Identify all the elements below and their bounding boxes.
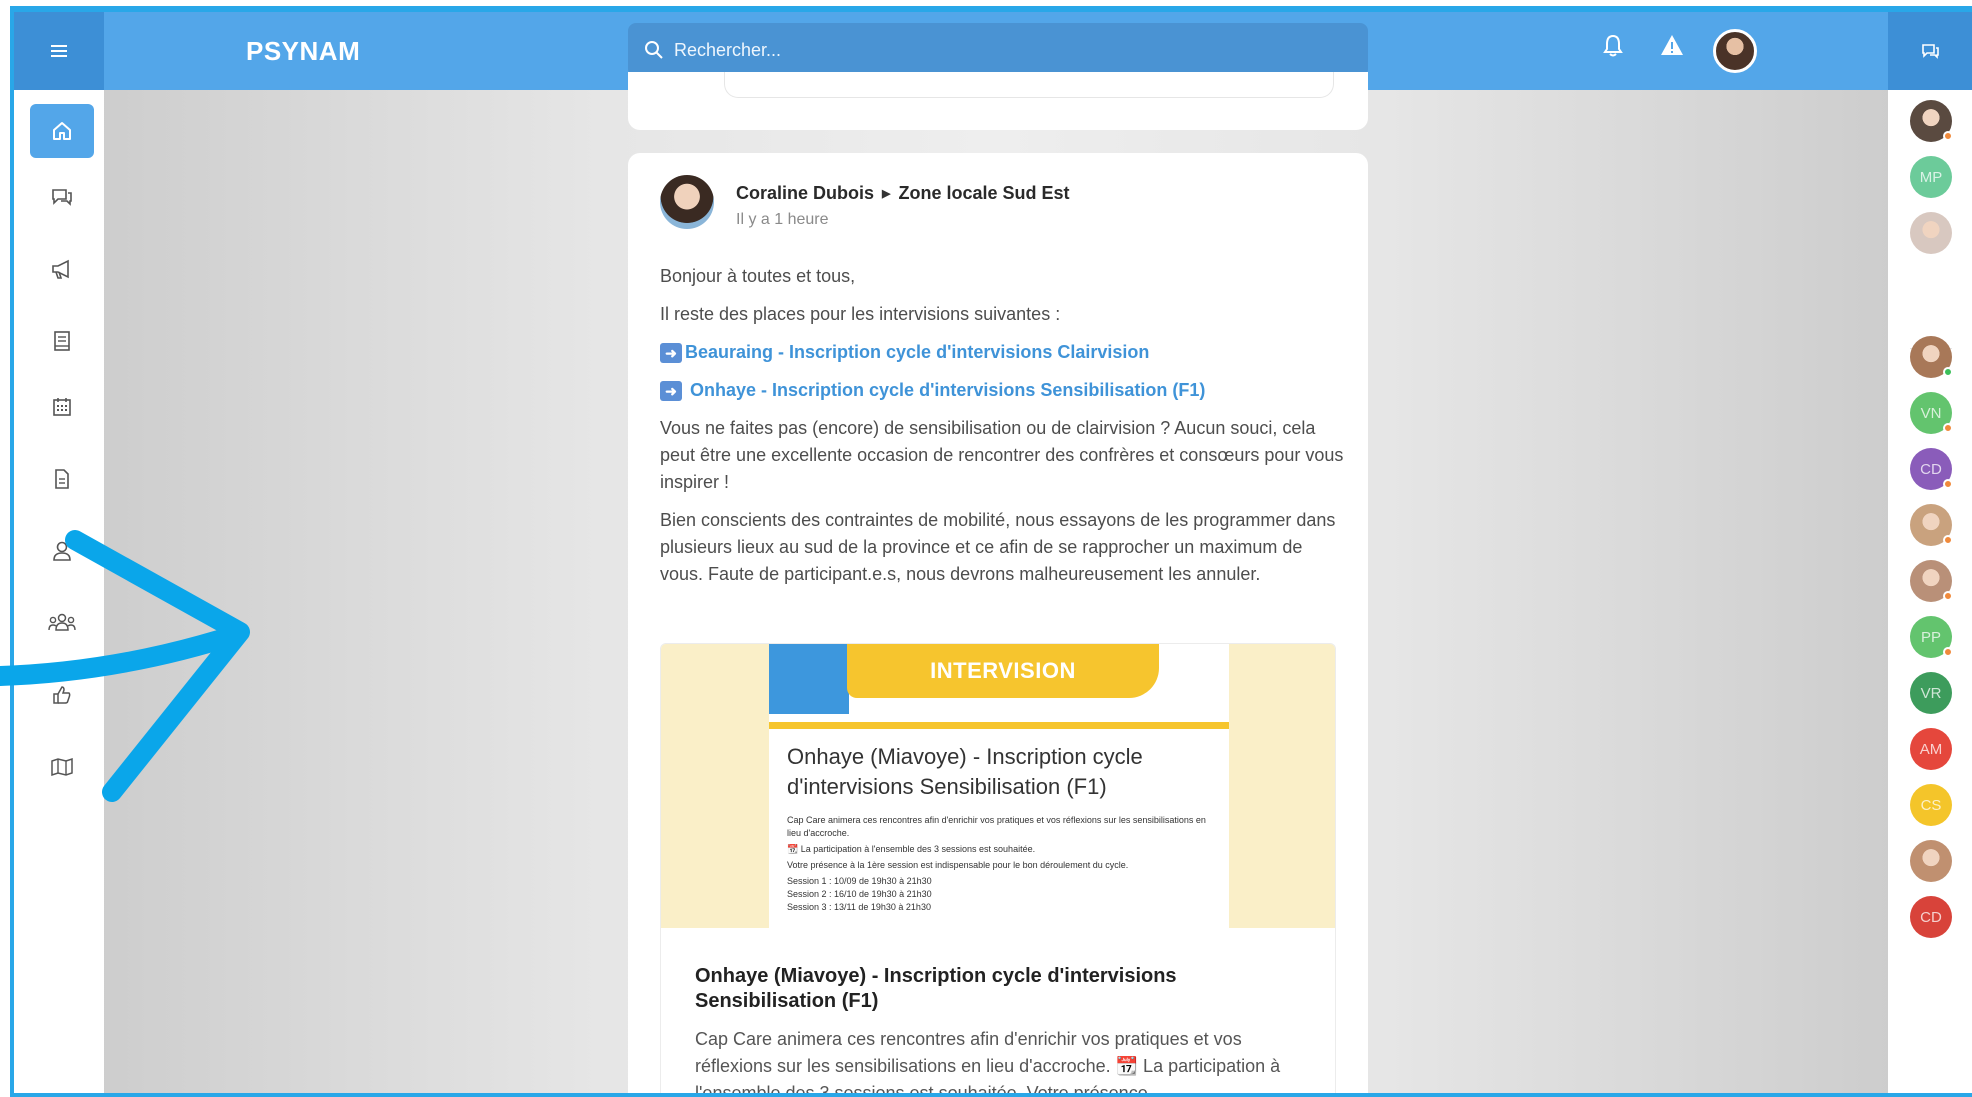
document-icon bbox=[55, 469, 69, 489]
left-sidebar bbox=[14, 90, 104, 1093]
preview-image-line: Cap Care animera ces rencontres afin d'e… bbox=[787, 815, 1206, 838]
app-frame: PSYNAM Rechercher... MP VN CD PP VR AM C… bbox=[10, 6, 1972, 1097]
contact-avatar[interactable]: CD bbox=[1910, 896, 1952, 938]
map-icon bbox=[51, 757, 73, 777]
preview-image: INTERVISION Onhaye (Miavoye) - Inscripti… bbox=[661, 644, 1335, 928]
contact-avatar[interactable]: AM bbox=[1910, 728, 1952, 770]
group-icon bbox=[48, 613, 76, 631]
contacts-sidebar: MP VN CD PP VR AM CS CD bbox=[1888, 90, 1972, 1093]
contact-avatar[interactable] bbox=[1910, 336, 1953, 378]
nav-announcements[interactable] bbox=[30, 242, 94, 296]
nav-likes[interactable] bbox=[30, 668, 94, 722]
preview-image-card: INTERVISION Onhaye (Miavoye) - Inscripti… bbox=[769, 644, 1229, 928]
link-line-2: ➜ Onhaye - Inscription cycle d'intervisi… bbox=[660, 377, 1344, 404]
preview-description: Cap Care animera ces rencontres afin d'e… bbox=[695, 1029, 1281, 1097]
group-name[interactable]: Zone locale Sud Est bbox=[898, 183, 1069, 204]
nav-home[interactable] bbox=[30, 104, 94, 158]
user-icon bbox=[53, 541, 71, 561]
contact-avatar[interactable] bbox=[1910, 560, 1953, 602]
contact-avatar[interactable]: MP bbox=[1910, 156, 1952, 198]
status-dot bbox=[1943, 131, 1953, 141]
nav-groups[interactable] bbox=[30, 596, 94, 650]
nav-documents[interactable] bbox=[30, 452, 94, 506]
banner-divider bbox=[769, 722, 1229, 729]
book-icon bbox=[54, 331, 70, 351]
post-card: Coraline Dubois ▶ Zone locale Sud Est Il… bbox=[628, 153, 1368, 1097]
nav-calendar[interactable] bbox=[30, 380, 94, 434]
contact-avatar[interactable]: CD bbox=[1910, 448, 1953, 490]
post-paragraph-1: Vous ne faites pas (encore) de sensibili… bbox=[660, 418, 1344, 492]
contact-avatar[interactable]: VN bbox=[1910, 392, 1953, 434]
notifications-button[interactable] bbox=[1602, 34, 1624, 63]
link-line-1: ➜ Beauraing - Inscription cycle d'interv… bbox=[660, 339, 1344, 366]
session-line: Session 2 : 16/10 de 19h30 à 21h30 bbox=[787, 889, 932, 899]
thumbs-up-icon bbox=[53, 686, 71, 704]
menu-button[interactable] bbox=[14, 12, 104, 90]
session-line: Session 3 : 13/11 de 19h30 à 21h30 bbox=[787, 902, 931, 912]
alerts-button[interactable] bbox=[1660, 34, 1684, 61]
status-dot bbox=[1943, 479, 1953, 489]
calendar-icon bbox=[53, 398, 71, 416]
warning-icon bbox=[1661, 35, 1683, 55]
home-icon bbox=[53, 122, 71, 140]
nav-library[interactable] bbox=[30, 314, 94, 368]
menu-icon bbox=[51, 45, 67, 57]
previous-post-card bbox=[628, 72, 1368, 130]
post-paragraph-2: Bien conscients des contraintes de mobil… bbox=[660, 510, 1336, 584]
post-body: Bonjour à toutes et tous, Il reste des p… bbox=[660, 263, 1344, 599]
event-link-onhaye[interactable]: Onhaye - Inscription cycle d'intervision… bbox=[690, 377, 1205, 404]
brand-logo[interactable]: PSYNAM bbox=[246, 12, 360, 90]
status-dot bbox=[1943, 423, 1953, 433]
post-greeting: Bonjour à toutes et tous, bbox=[660, 266, 856, 286]
preview-image-line: 📆 La participation à l'ensemble des 3 se… bbox=[787, 844, 1036, 854]
search-input[interactable] bbox=[674, 39, 1334, 61]
contact-avatar[interactable] bbox=[1910, 840, 1952, 882]
nav-messages[interactable] bbox=[30, 170, 94, 224]
post-timestamp: Il y a 1 heure bbox=[736, 211, 829, 228]
chat-panel-button[interactable] bbox=[1888, 12, 1972, 90]
nav-profile[interactable] bbox=[30, 524, 94, 578]
status-dot bbox=[1943, 591, 1953, 601]
status-dot bbox=[1943, 535, 1953, 545]
search-bar[interactable] bbox=[628, 23, 1368, 77]
arrow-right-icon: ➜ bbox=[660, 380, 682, 401]
banner-label: INTERVISION bbox=[847, 644, 1159, 698]
contact-avatar[interactable] bbox=[1910, 100, 1953, 142]
user-avatar[interactable] bbox=[1713, 29, 1757, 73]
caret-right-icon: ▶ bbox=[882, 188, 891, 200]
calendar-icon: 📆 bbox=[787, 844, 801, 854]
session-line: Session 1 : 10/09 de 19h30 à 21h30 bbox=[787, 876, 932, 886]
chat-icon bbox=[52, 189, 72, 206]
search-icon bbox=[645, 41, 663, 59]
contact-avatar[interactable] bbox=[1910, 504, 1953, 546]
post-intro: Il reste des places pour les intervision… bbox=[660, 304, 1061, 324]
contact-avatar[interactable]: CS bbox=[1910, 784, 1952, 826]
author-name[interactable]: Coraline Dubois bbox=[736, 183, 874, 204]
nav-map[interactable] bbox=[30, 740, 94, 794]
event-link-beauraing[interactable]: Beauraing - Inscription cycle d'intervis… bbox=[685, 339, 1149, 366]
preview-image-title: Onhaye (Miavoye) - Inscription cycle d'i… bbox=[787, 744, 1143, 799]
megaphone-icon bbox=[52, 259, 69, 279]
arrow-right-icon: ➜ bbox=[660, 342, 682, 363]
banner-shape bbox=[769, 644, 849, 714]
post-header: Coraline Dubois ▶ Zone locale Sud Est bbox=[736, 183, 1070, 204]
bell-icon bbox=[1603, 34, 1623, 57]
status-dot bbox=[1943, 647, 1953, 657]
contact-avatar[interactable] bbox=[1910, 212, 1952, 254]
author-avatar[interactable] bbox=[660, 175, 714, 229]
contact-avatar[interactable]: PP bbox=[1910, 616, 1953, 658]
preview-title[interactable]: Onhaye (Miavoye) - Inscription cycle d'i… bbox=[695, 964, 1295, 1014]
link-preview-card[interactable]: INTERVISION Onhaye (Miavoye) - Inscripti… bbox=[660, 643, 1336, 1097]
status-dot bbox=[1943, 367, 1953, 377]
chat-icon bbox=[1922, 44, 1939, 59]
preview-image-text: Cap Care animera ces rencontres afin d'e… bbox=[787, 814, 1207, 914]
contact-avatar[interactable]: VR bbox=[1910, 672, 1952, 714]
comment-input[interactable] bbox=[724, 72, 1334, 98]
preview-image-line: Votre présence à la 1ère session est ind… bbox=[787, 860, 1129, 870]
